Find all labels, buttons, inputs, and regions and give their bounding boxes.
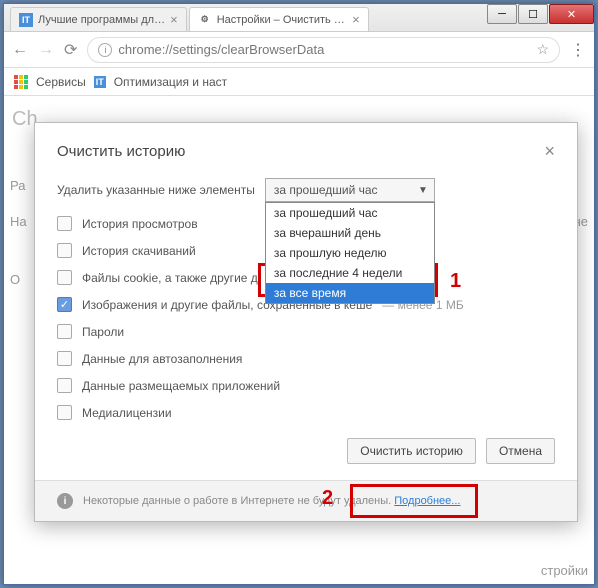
- tab-close-icon[interactable]: ×: [352, 12, 360, 27]
- titlebar: IT Лучшие программы дл… × ⚙ Настройки – …: [4, 4, 594, 32]
- url-text: chrome://settings/clearBrowserData: [118, 42, 536, 57]
- learn-more-link[interactable]: Подробнее...: [394, 495, 460, 507]
- dialog-info-bar: i Некоторые данные о работе в Интернете …: [35, 480, 577, 521]
- bg-text: Ра: [10, 178, 25, 193]
- browser-toolbar: ← → ⟳ i chrome://settings/clearBrowserDa…: [4, 32, 594, 68]
- option-past-hour[interactable]: за прошедший час: [266, 203, 434, 223]
- address-bar[interactable]: i chrome://settings/clearBrowserData ☆: [87, 37, 560, 63]
- option-4-weeks[interactable]: за последние 4 недели: [266, 263, 434, 283]
- annotation-number-2: 2: [322, 487, 333, 510]
- browser-tab-active[interactable]: ⚙ Настройки – Очистить и… ×: [189, 7, 369, 31]
- info-icon: i: [57, 493, 73, 509]
- bookmark-services[interactable]: Сервисы: [36, 75, 86, 89]
- bookmarks-bar: Сервисы IT Оптимизация и наст: [4, 68, 594, 96]
- checkbox-icon: [57, 405, 72, 420]
- time-range-dropdown: за прошедший час за вчерашний день за пр…: [265, 202, 435, 304]
- tab-strip: IT Лучшие программы дл… × ⚙ Настройки – …: [4, 4, 486, 31]
- bookmark-star-icon[interactable]: ☆: [536, 41, 549, 58]
- bookmark-optimization[interactable]: Оптимизация и наст: [114, 75, 227, 89]
- checkbox-icon: [57, 378, 72, 393]
- favicon-it-icon: IT: [19, 13, 33, 27]
- select-value: за прошедший час: [274, 183, 378, 197]
- forward-icon[interactable]: →: [38, 41, 54, 59]
- check-autofill[interactable]: Данные для автозаполнения: [57, 351, 555, 366]
- info-text: Некоторые данные о работе в Интернете не…: [83, 495, 394, 507]
- cancel-button[interactable]: Отмена: [486, 438, 555, 464]
- site-info-icon[interactable]: i: [98, 43, 112, 57]
- favicon-it-icon: IT: [94, 76, 106, 88]
- reload-icon[interactable]: ⟳: [64, 40, 77, 60]
- back-icon[interactable]: ←: [12, 41, 28, 59]
- check-media-licenses[interactable]: Медиалицензии: [57, 405, 555, 420]
- checkbox-icon: [57, 351, 72, 366]
- check-hosted-apps[interactable]: Данные размещаемых приложений: [57, 378, 555, 393]
- checkbox-icon: [57, 216, 72, 231]
- check-passwords[interactable]: Пароли: [57, 324, 555, 339]
- bg-text: стройки: [541, 563, 588, 578]
- checkbox-icon: [57, 243, 72, 258]
- window-controls: ─ ☐ ✕: [486, 4, 594, 31]
- dialog-title: Очистить историю: [57, 143, 185, 160]
- chevron-down-icon: ▼: [418, 185, 428, 196]
- menu-icon[interactable]: ⋮: [570, 40, 586, 60]
- apps-grid-icon[interactable]: [14, 75, 28, 89]
- clear-history-button[interactable]: Очистить историю: [347, 438, 476, 464]
- browser-tab[interactable]: IT Лучшие программы дл… ×: [10, 7, 187, 31]
- tab-title: Лучшие программы дл…: [38, 14, 165, 26]
- option-past-week[interactable]: за прошлую неделю: [266, 243, 434, 263]
- tab-title: Настройки – Очистить и…: [217, 14, 347, 26]
- option-yesterday[interactable]: за вчерашний день: [266, 223, 434, 243]
- clear-history-dialog: Очистить историю × Удалить указанные ниж…: [34, 122, 578, 522]
- maximize-button[interactable]: ☐: [518, 4, 548, 24]
- annotation-number-1: 1: [450, 270, 461, 293]
- bg-text: На: [10, 214, 27, 229]
- option-all-time[interactable]: за все время: [266, 283, 434, 303]
- checkbox-icon: [57, 324, 72, 339]
- checkbox-icon: [57, 270, 72, 285]
- close-icon[interactable]: ×: [544, 141, 555, 162]
- tab-close-icon[interactable]: ×: [170, 12, 178, 27]
- window-close-button[interactable]: ✕: [549, 4, 594, 24]
- minimize-button[interactable]: ─: [487, 4, 517, 24]
- dialog-subtitle: Удалить указанные ниже элементы: [57, 183, 255, 197]
- gear-icon: ⚙: [198, 13, 212, 27]
- time-range-select[interactable]: за прошедший час ▼ за прошедший час за в…: [265, 178, 435, 202]
- checkbox-checked-icon: ✓: [57, 297, 72, 312]
- bg-text: О: [10, 272, 20, 287]
